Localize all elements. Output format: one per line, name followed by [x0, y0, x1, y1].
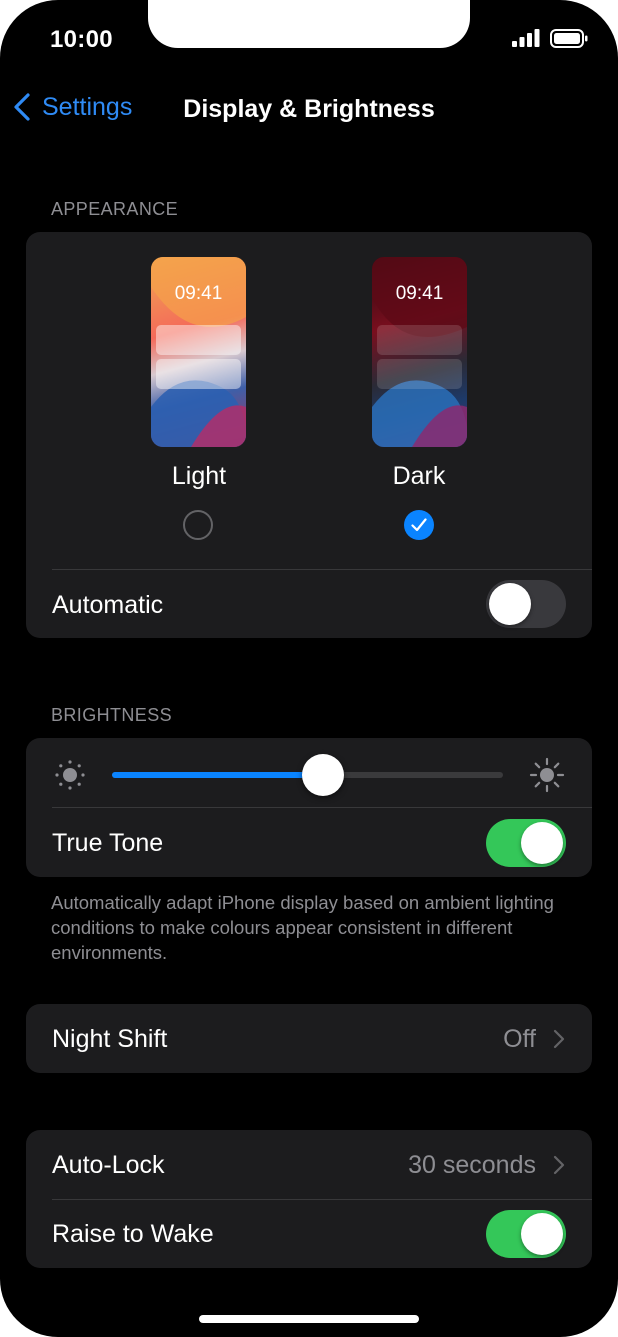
- auto-lock-label: Auto-Lock: [52, 1151, 165, 1179]
- light-label: Light: [171, 462, 227, 490]
- night-shift-value: Off: [503, 1025, 536, 1053]
- dark-mode-preview[interactable]: 09:41: [372, 257, 467, 447]
- dark-radio[interactable]: [404, 510, 434, 540]
- brightness-slider-thumb[interactable]: [302, 754, 345, 796]
- appearance-card: 09:41 Light 09:41 Dark Automatic: [26, 232, 592, 638]
- toggle-knob: [521, 1213, 563, 1255]
- brightness-slider[interactable]: [112, 754, 503, 796]
- true-tone-toggle[interactable]: [486, 819, 566, 867]
- light-preview-widget: [156, 325, 241, 355]
- raise-to-wake-toggle[interactable]: [486, 1210, 566, 1258]
- phone-screen: 10:00 Settings Display & Brightness APPE…: [0, 0, 618, 1337]
- home-indicator[interactable]: [199, 1315, 419, 1323]
- automatic-toggle[interactable]: [486, 580, 566, 628]
- divider: [52, 569, 592, 570]
- cellular-signal-icon: [512, 29, 540, 47]
- light-preview-widget: [156, 359, 241, 389]
- automatic-label: Automatic: [52, 591, 164, 619]
- night-shift-label: Night Shift: [52, 1025, 168, 1053]
- sun-large-icon: [529, 757, 565, 793]
- raise-to-wake-label: Raise to Wake: [52, 1220, 214, 1248]
- auto-lock-row[interactable]: Auto-Lock 30 seconds: [26, 1130, 592, 1199]
- light-preview-time: 09:41: [174, 283, 223, 304]
- light-mode-preview[interactable]: 09:41: [151, 257, 246, 447]
- page-title: Display & Brightness: [0, 95, 618, 124]
- device-notch: [148, 0, 470, 48]
- dark-preview-time: 09:41: [395, 283, 444, 304]
- divider: [52, 807, 592, 808]
- status-time: 10:00: [50, 26, 113, 53]
- chevron-right-icon: [553, 1155, 565, 1175]
- night-shift-row[interactable]: Night Shift Off: [26, 1004, 592, 1073]
- dark-label: Dark: [392, 462, 446, 490]
- lock-card: Auto-Lock 30 seconds Raise to Wake: [26, 1130, 592, 1268]
- brightness-header: BRIGHTNESS: [51, 705, 173, 725]
- light-radio[interactable]: [183, 510, 213, 540]
- toggle-knob: [489, 583, 531, 625]
- true-tone-label: True Tone: [52, 829, 164, 857]
- page-title-text: Display & Brightness: [183, 95, 435, 123]
- dark-preview-widget: [377, 325, 462, 355]
- dark-preview-widget: [377, 359, 462, 389]
- toggle-knob: [521, 822, 563, 864]
- brightness-slider-fill: [112, 772, 324, 778]
- appearance-header: APPEARANCE: [51, 199, 179, 219]
- chevron-right-icon: [553, 1029, 565, 1049]
- true-tone-footnote: Automatically adapt iPhone display based…: [51, 892, 554, 963]
- checkmark-icon: [411, 518, 427, 532]
- battery-icon: [550, 29, 588, 48]
- divider: [52, 1199, 592, 1200]
- auto-lock-value: 30 seconds: [408, 1151, 536, 1179]
- sun-small-icon: [55, 760, 85, 790]
